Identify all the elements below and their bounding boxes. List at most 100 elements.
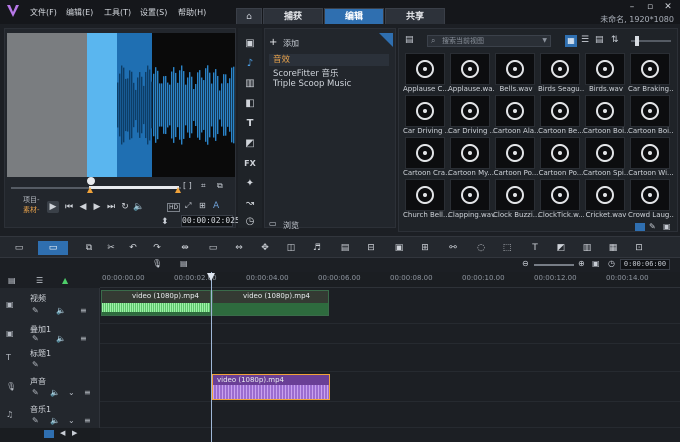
overlay-ripple-icon[interactable]: ≡ — [80, 334, 87, 343]
copy-icon[interactable]: ⧉ — [217, 181, 223, 191]
close-icon[interactable]: ✕ — [660, 2, 676, 12]
track-view-icon[interactable]: ▤ — [8, 276, 16, 285]
sort-icon[interactable]: ⇅ — [611, 35, 619, 45]
library-item[interactable]: Cartoon Boi... — [628, 95, 674, 139]
library-item[interactable]: Cartoon Spi... — [583, 137, 629, 181]
undo-icon[interactable]: ↶ — [126, 241, 140, 255]
music-lock-icon[interactable]: ✎ — [32, 416, 39, 425]
title-icon[interactable]: T — [242, 116, 258, 132]
audio-library-icon[interactable]: ♪ — [242, 56, 258, 72]
menu-file[interactable]: 文件(F) — [30, 7, 57, 18]
library-item[interactable]: Cricket.wav — [585, 179, 627, 223]
storyboard-view-icon[interactable]: ▭ — [12, 241, 26, 255]
library-item[interactable]: Cartoon Ala... — [493, 95, 539, 139]
snap-icon[interactable]: ⊞ — [199, 201, 206, 210]
motion-icon[interactable]: ↝ — [242, 196, 258, 212]
library-item[interactable]: Cartoon Wi... — [628, 137, 674, 181]
category-triple-scoop[interactable]: Triple Scoop Music — [273, 79, 351, 89]
zoom-out-icon[interactable]: ⊖ — [522, 259, 529, 268]
auto-music-icon[interactable]: ⇔ — [232, 241, 246, 255]
music-mute-icon[interactable]: 🔈 — [50, 416, 60, 425]
audio-mode-icon[interactable]: A — [213, 201, 219, 211]
music-track-icon[interactable]: ♫ — [6, 410, 13, 419]
minimize-icon[interactable]: – — [624, 2, 640, 12]
chapter-icon[interactable]: ▤ — [180, 259, 188, 268]
grid-view-icon[interactable]: ▦ — [565, 35, 577, 47]
paint-icon[interactable]: ◩ — [554, 241, 568, 255]
media-icon[interactable]: ▣ — [242, 36, 258, 52]
home-tab[interactable]: ⌂ — [236, 8, 262, 24]
category-sound-effects[interactable]: 音效 — [269, 54, 389, 66]
mute-icon[interactable]: 🔈 — [56, 306, 66, 315]
library-item[interactable]: Cartoon Po... — [494, 137, 538, 181]
browse-icon[interactable]: ▭ — [269, 219, 277, 228]
split-icon[interactable]: ⌗ — [201, 181, 206, 191]
library-item[interactable]: Applause C... — [403, 53, 449, 97]
audio-clip[interactable]: video (1080p).mp4 — [212, 374, 330, 400]
graphic-icon[interactable]: ◩ — [242, 136, 258, 152]
scroll-left-icon[interactable]: ◀ — [60, 429, 65, 437]
library-item[interactable]: Church Bell... — [403, 179, 449, 223]
panel-corner-icon[interactable] — [379, 33, 393, 47]
menu-settings[interactable]: 设置(S) — [140, 7, 167, 18]
play-icon[interactable]: ▶ — [47, 201, 59, 213]
fit-project-icon[interactable]: ⇹ — [178, 241, 192, 255]
instant-project-icon[interactable]: ▥ — [242, 76, 258, 92]
music-chevron-icon[interactable]: ⌄ — [68, 416, 75, 425]
redo-icon[interactable]: ↷ — [150, 241, 164, 255]
library-item[interactable]: Cartoon Cra... — [403, 137, 449, 181]
library-item[interactable]: Car Driving ... — [403, 95, 449, 139]
track-scroll-icon[interactable] — [44, 430, 54, 438]
timecode-display[interactable]: 00:00:02:025 — [181, 215, 240, 227]
subtitle-editor-icon[interactable]: ▤ — [338, 241, 352, 255]
library-item[interactable]: Clock Buzzi... — [493, 179, 539, 223]
zoom-fit-icon[interactable]: ⤢ — [185, 201, 191, 211]
menu-help[interactable]: 帮助(H) — [178, 7, 206, 18]
voice-ripple-icon[interactable]: ≡ — [84, 388, 91, 397]
video-clip-2[interactable]: video (1080p).mp4 — [212, 290, 329, 316]
clip-mode-label[interactable]: 素材- — [23, 205, 40, 215]
title-track-icon[interactable]: T — [6, 353, 11, 362]
library-item[interactable]: Cartoon Boi... — [583, 95, 629, 139]
repeat-icon[interactable]: ↻ — [119, 201, 131, 213]
color-grading-icon[interactable]: ▥ — [580, 241, 594, 255]
timeline-playhead[interactable] — [211, 272, 212, 442]
list-view-icon[interactable]: ☰ — [581, 35, 589, 45]
overlay-lock-icon[interactable]: ✎ — [32, 334, 39, 343]
preview-screen[interactable] — [7, 33, 235, 177]
small-view-icon[interactable] — [635, 223, 645, 231]
all-tracks-icon[interactable]: ☰ — [36, 276, 43, 285]
morph-icon[interactable]: ◌ — [474, 241, 488, 255]
menu-edit[interactable]: 编辑(E) — [66, 7, 93, 18]
multicam-icon[interactable]: ⊟ — [364, 241, 378, 255]
detail-view-icon[interactable]: ▤ — [595, 35, 604, 45]
stabilize-icon[interactable]: ⬚ — [500, 241, 514, 255]
volume-icon[interactable]: 🔈 — [133, 201, 145, 213]
record-capture-icon[interactable]: ▭ — [206, 241, 220, 255]
timecode-spin-icon[interactable]: ⬍ — [161, 217, 169, 227]
clock-icon[interactable]: ◷ — [608, 259, 615, 268]
zoom-slider[interactable] — [534, 264, 574, 266]
prev-frame-icon[interactable]: ◀ — [77, 201, 89, 213]
speed-ramp-icon[interactable]: ▦ — [606, 241, 620, 255]
category-scorefitter[interactable]: ScoreFitter 音乐 — [273, 67, 339, 79]
cut-icon[interactable]: ✂ — [104, 241, 118, 255]
library-item[interactable]: Birds.wav — [585, 53, 627, 97]
export-frame-icon[interactable]: ⊡ — [632, 241, 646, 255]
voice-mute-icon[interactable]: 🔈 — [50, 388, 60, 397]
library-item[interactable]: Car Driving ... — [448, 95, 494, 139]
browse-button[interactable]: 浏览 — [283, 220, 299, 231]
record-voice-icon[interactable]: 🎙 — [152, 259, 162, 268]
voice-lock-icon[interactable]: ✎ — [32, 388, 39, 397]
tab-share[interactable]: 共享 — [385, 8, 445, 24]
folder-icon[interactable]: ▤ — [405, 35, 414, 45]
tab-edit[interactable]: 编辑 — [324, 8, 384, 24]
title-lock-icon[interactable]: ✎ — [32, 360, 39, 369]
motion-tracking-icon[interactable]: ◫ — [284, 241, 298, 255]
library-item[interactable]: Cartoon Po... — [539, 137, 583, 181]
video-clip-1[interactable]: video (1080p).mp4 — [101, 290, 211, 316]
voice-track-icon[interactable]: 🎙 — [6, 382, 16, 391]
add-track-icon[interactable]: ▲ — [62, 276, 68, 285]
end-skip-icon[interactable]: ⏭ — [105, 201, 117, 213]
tab-capture[interactable]: 捕获 — [263, 8, 323, 24]
